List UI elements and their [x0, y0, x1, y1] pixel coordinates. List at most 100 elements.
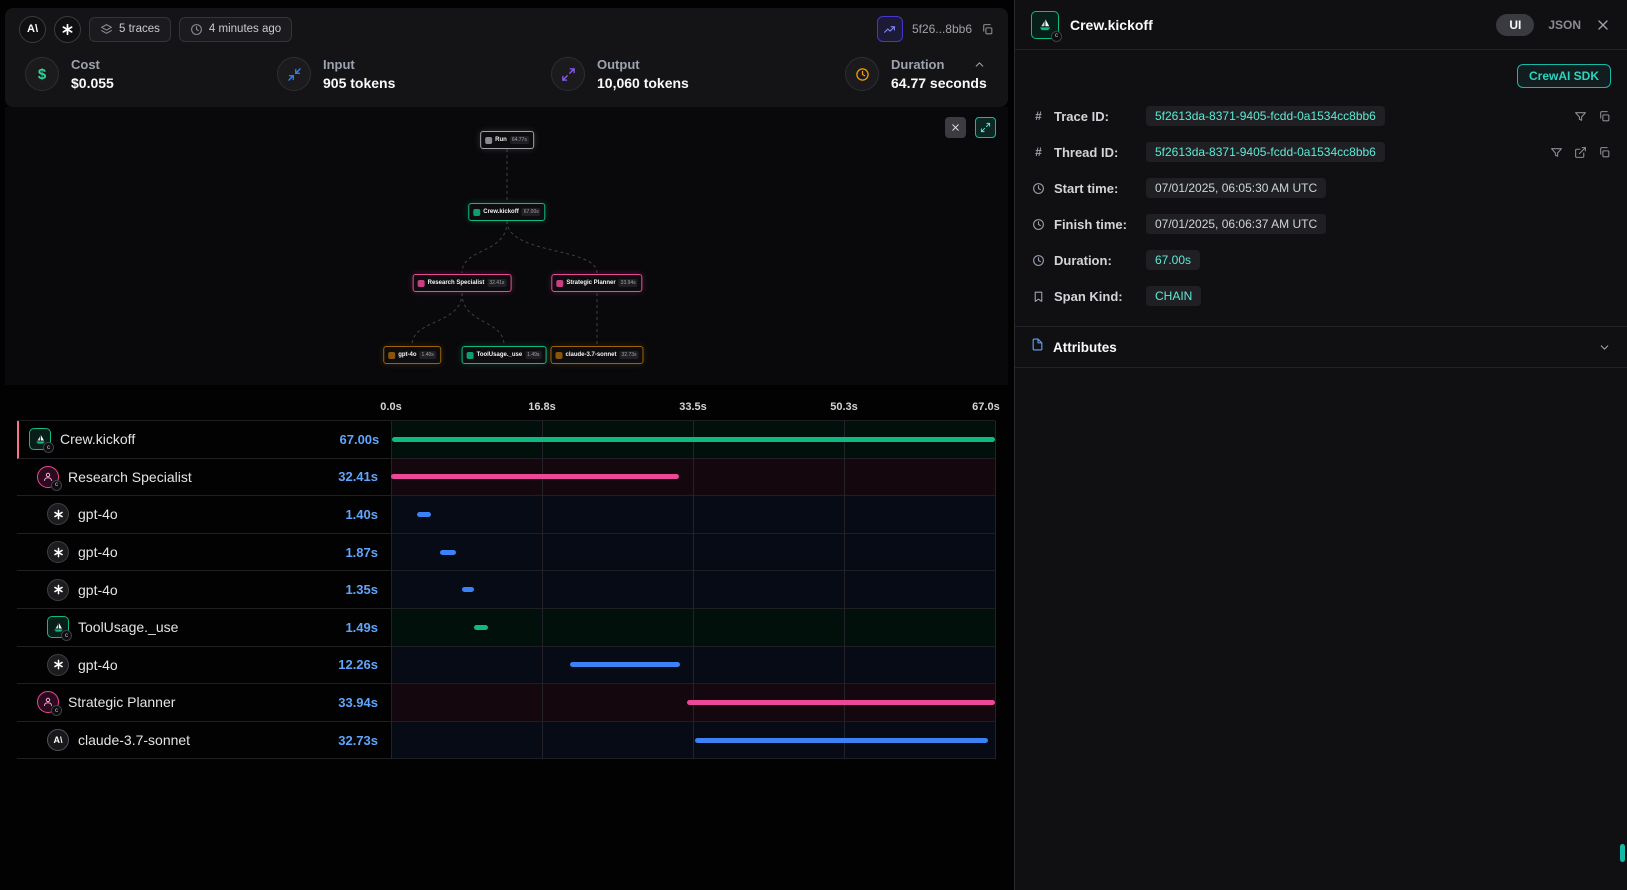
- field-label: Start time:: [1054, 181, 1138, 196]
- span-name: Strategic Planner: [68, 694, 175, 710]
- node-icon: [388, 352, 395, 359]
- external-link-icon[interactable]: [1574, 146, 1587, 159]
- span-name: gpt-4o: [78, 657, 118, 673]
- tab-ui[interactable]: UI: [1496, 14, 1534, 36]
- tab-json[interactable]: JSON: [1548, 18, 1581, 32]
- clock-icon: [1031, 182, 1046, 195]
- openai-icon: [47, 541, 69, 563]
- duration-value: 67.00s: [1146, 250, 1200, 270]
- collapse-stats-chevron-icon[interactable]: [973, 58, 986, 71]
- copy-icon[interactable]: [1598, 146, 1611, 159]
- node-badge: 1.49s: [525, 351, 541, 359]
- node-label: Run: [495, 137, 507, 143]
- span-name: Crew.kickoff: [60, 431, 135, 447]
- span-bar: [687, 700, 995, 705]
- stat-output: Output 10,060 tokens: [551, 57, 689, 91]
- graph-node-claude-sonnet[interactable]: claude-3.7-sonnet 32.73s: [550, 346, 643, 364]
- node-badge: 32.73s: [620, 351, 639, 359]
- span-name: gpt-4o: [78, 582, 118, 598]
- span-row-gpt-4o[interactable]: gpt-4o 1.40s: [17, 496, 995, 534]
- graph-node-gpt-4o[interactable]: gpt-4o 1.40s: [383, 346, 441, 364]
- field-start-time: Start time: 07/01/2025, 06:05:30 AM UTC: [1015, 170, 1627, 206]
- span-row-research-specialist[interactable]: c Research Specialist 32.41s: [17, 459, 995, 497]
- span-row-claude-sonnet[interactable]: A\ claude-3.7-sonnet 32.73s: [17, 722, 995, 760]
- crewai-badge-icon: c: [43, 442, 54, 453]
- axis-tick: 67.0s: [972, 401, 1000, 413]
- span-duration: 32.41s: [321, 469, 391, 484]
- span-bar: [392, 437, 995, 442]
- graph-node-crew-kickoff[interactable]: Crew.kickoff 67.00s: [468, 203, 545, 221]
- stat-input: Input 905 tokens: [277, 57, 395, 91]
- span-duration: 1.35s: [321, 582, 391, 597]
- trace-main-panel: A\ 5 traces 4 minutes ago 5f26...8bb6: [0, 0, 1014, 890]
- node-badge: 64.77s: [510, 136, 529, 144]
- start-time-value: 07/01/2025, 06:05:30 AM UTC: [1146, 178, 1326, 198]
- clock-icon: [1031, 218, 1046, 231]
- field-label: Trace ID:: [1054, 109, 1138, 124]
- anthropic-logo-icon: A\: [19, 16, 46, 43]
- span-row-toolusage[interactable]: c ToolUsage._use 1.49s: [17, 609, 995, 647]
- span-duration: 32.73s: [321, 733, 391, 748]
- node-label: ToolUsage._use: [477, 352, 523, 358]
- graph-node-run[interactable]: Run 64.77s: [480, 131, 534, 149]
- field-label: Finish time:: [1054, 217, 1138, 232]
- trace-short-id: 5f26...8bb6: [912, 22, 972, 36]
- chevron-down-icon: [1598, 341, 1611, 354]
- node-label: Strategic Planner: [566, 280, 615, 286]
- graph-close-button[interactable]: [945, 117, 966, 138]
- span-duration: 1.49s: [321, 620, 391, 635]
- copy-icon[interactable]: [1598, 110, 1611, 123]
- crewai-badge-icon: c: [61, 630, 72, 641]
- span-row-gpt-4o[interactable]: gpt-4o 1.35s: [17, 571, 995, 609]
- filter-icon[interactable]: [1550, 146, 1563, 159]
- stat-value: 905 tokens: [323, 75, 395, 91]
- span-row-strategic-planner[interactable]: c Strategic Planner 33.94s: [17, 684, 995, 722]
- hash-icon: #: [1031, 145, 1046, 159]
- span-duration: 1.40s: [321, 507, 391, 522]
- graph-node-toolusage[interactable]: ToolUsage._use 1.49s: [462, 346, 547, 364]
- traces-count-badge[interactable]: 5 traces: [89, 17, 171, 42]
- bookmark-icon: [1031, 290, 1046, 303]
- node-label: Crew.kickoff: [483, 209, 518, 215]
- openai-icon: [47, 503, 69, 525]
- crewai-badge-icon: c: [51, 705, 62, 716]
- stat-label: Output: [597, 57, 689, 72]
- trace-id-value: 5f2613da-8371-9405-fcdd-0a1534cc8bb6: [1146, 106, 1385, 126]
- time-axis: 0.0s 16.8s 33.5s 50.3s 67.0s: [17, 398, 995, 420]
- field-trace-id: # Trace ID: 5f2613da-8371-9405-fcdd-0a15…: [1015, 98, 1627, 134]
- sdk-badge-row: CrewAI SDK: [1015, 50, 1627, 98]
- span-bar: [440, 550, 456, 555]
- span-waterfall: 0.0s 16.8s 33.5s 50.3s 67.0s c Crew.kick…: [17, 398, 995, 759]
- sidebar-header: c Crew.kickoff UI JSON: [1015, 0, 1627, 50]
- span-bar: [462, 587, 474, 592]
- span-bar: [417, 512, 431, 517]
- scrollbar-thumb[interactable]: [1620, 844, 1625, 862]
- finish-time-value: 07/01/2025, 06:06:37 AM UTC: [1146, 214, 1326, 234]
- output-tokens-icon: [551, 57, 585, 91]
- document-icon: [1031, 338, 1044, 356]
- filter-icon[interactable]: [1574, 110, 1587, 123]
- sidebar-close-icon[interactable]: [1595, 17, 1611, 33]
- span-duration: 1.87s: [321, 545, 391, 560]
- field-finish-time: Finish time: 07/01/2025, 06:06:37 AM UTC: [1015, 206, 1627, 242]
- span-kind-value: CHAIN: [1146, 286, 1201, 306]
- hash-icon: #: [1031, 109, 1046, 123]
- span-row-gpt-4o[interactable]: gpt-4o 1.87s: [17, 534, 995, 572]
- node-badge: 32.41s: [487, 279, 506, 287]
- span-bar: [695, 738, 988, 743]
- graph-node-research-specialist[interactable]: Research Specialist 32.41s: [413, 274, 512, 292]
- attributes-label: Attributes: [1053, 340, 1117, 355]
- graph-expand-button[interactable]: [975, 117, 996, 138]
- node-icon: [418, 280, 425, 287]
- graph-node-strategic-planner[interactable]: Strategic Planner 33.94s: [551, 274, 642, 292]
- span-row-crew-kickoff[interactable]: c Crew.kickoff 67.00s: [17, 421, 995, 459]
- metrics-button[interactable]: [877, 16, 903, 42]
- close-icon: [950, 122, 961, 133]
- copy-trace-id-icon[interactable]: [981, 23, 994, 36]
- thread-id-value: 5f2613da-8371-9405-fcdd-0a1534cc8bb6: [1146, 142, 1385, 162]
- span-row-gpt-4o[interactable]: gpt-4o 12.26s: [17, 647, 995, 685]
- field-label: Duration:: [1054, 253, 1138, 268]
- span-bar: [570, 662, 680, 667]
- attributes-section-header[interactable]: Attributes: [1015, 326, 1627, 368]
- stat-cost: $ Cost $0.055: [25, 57, 114, 91]
